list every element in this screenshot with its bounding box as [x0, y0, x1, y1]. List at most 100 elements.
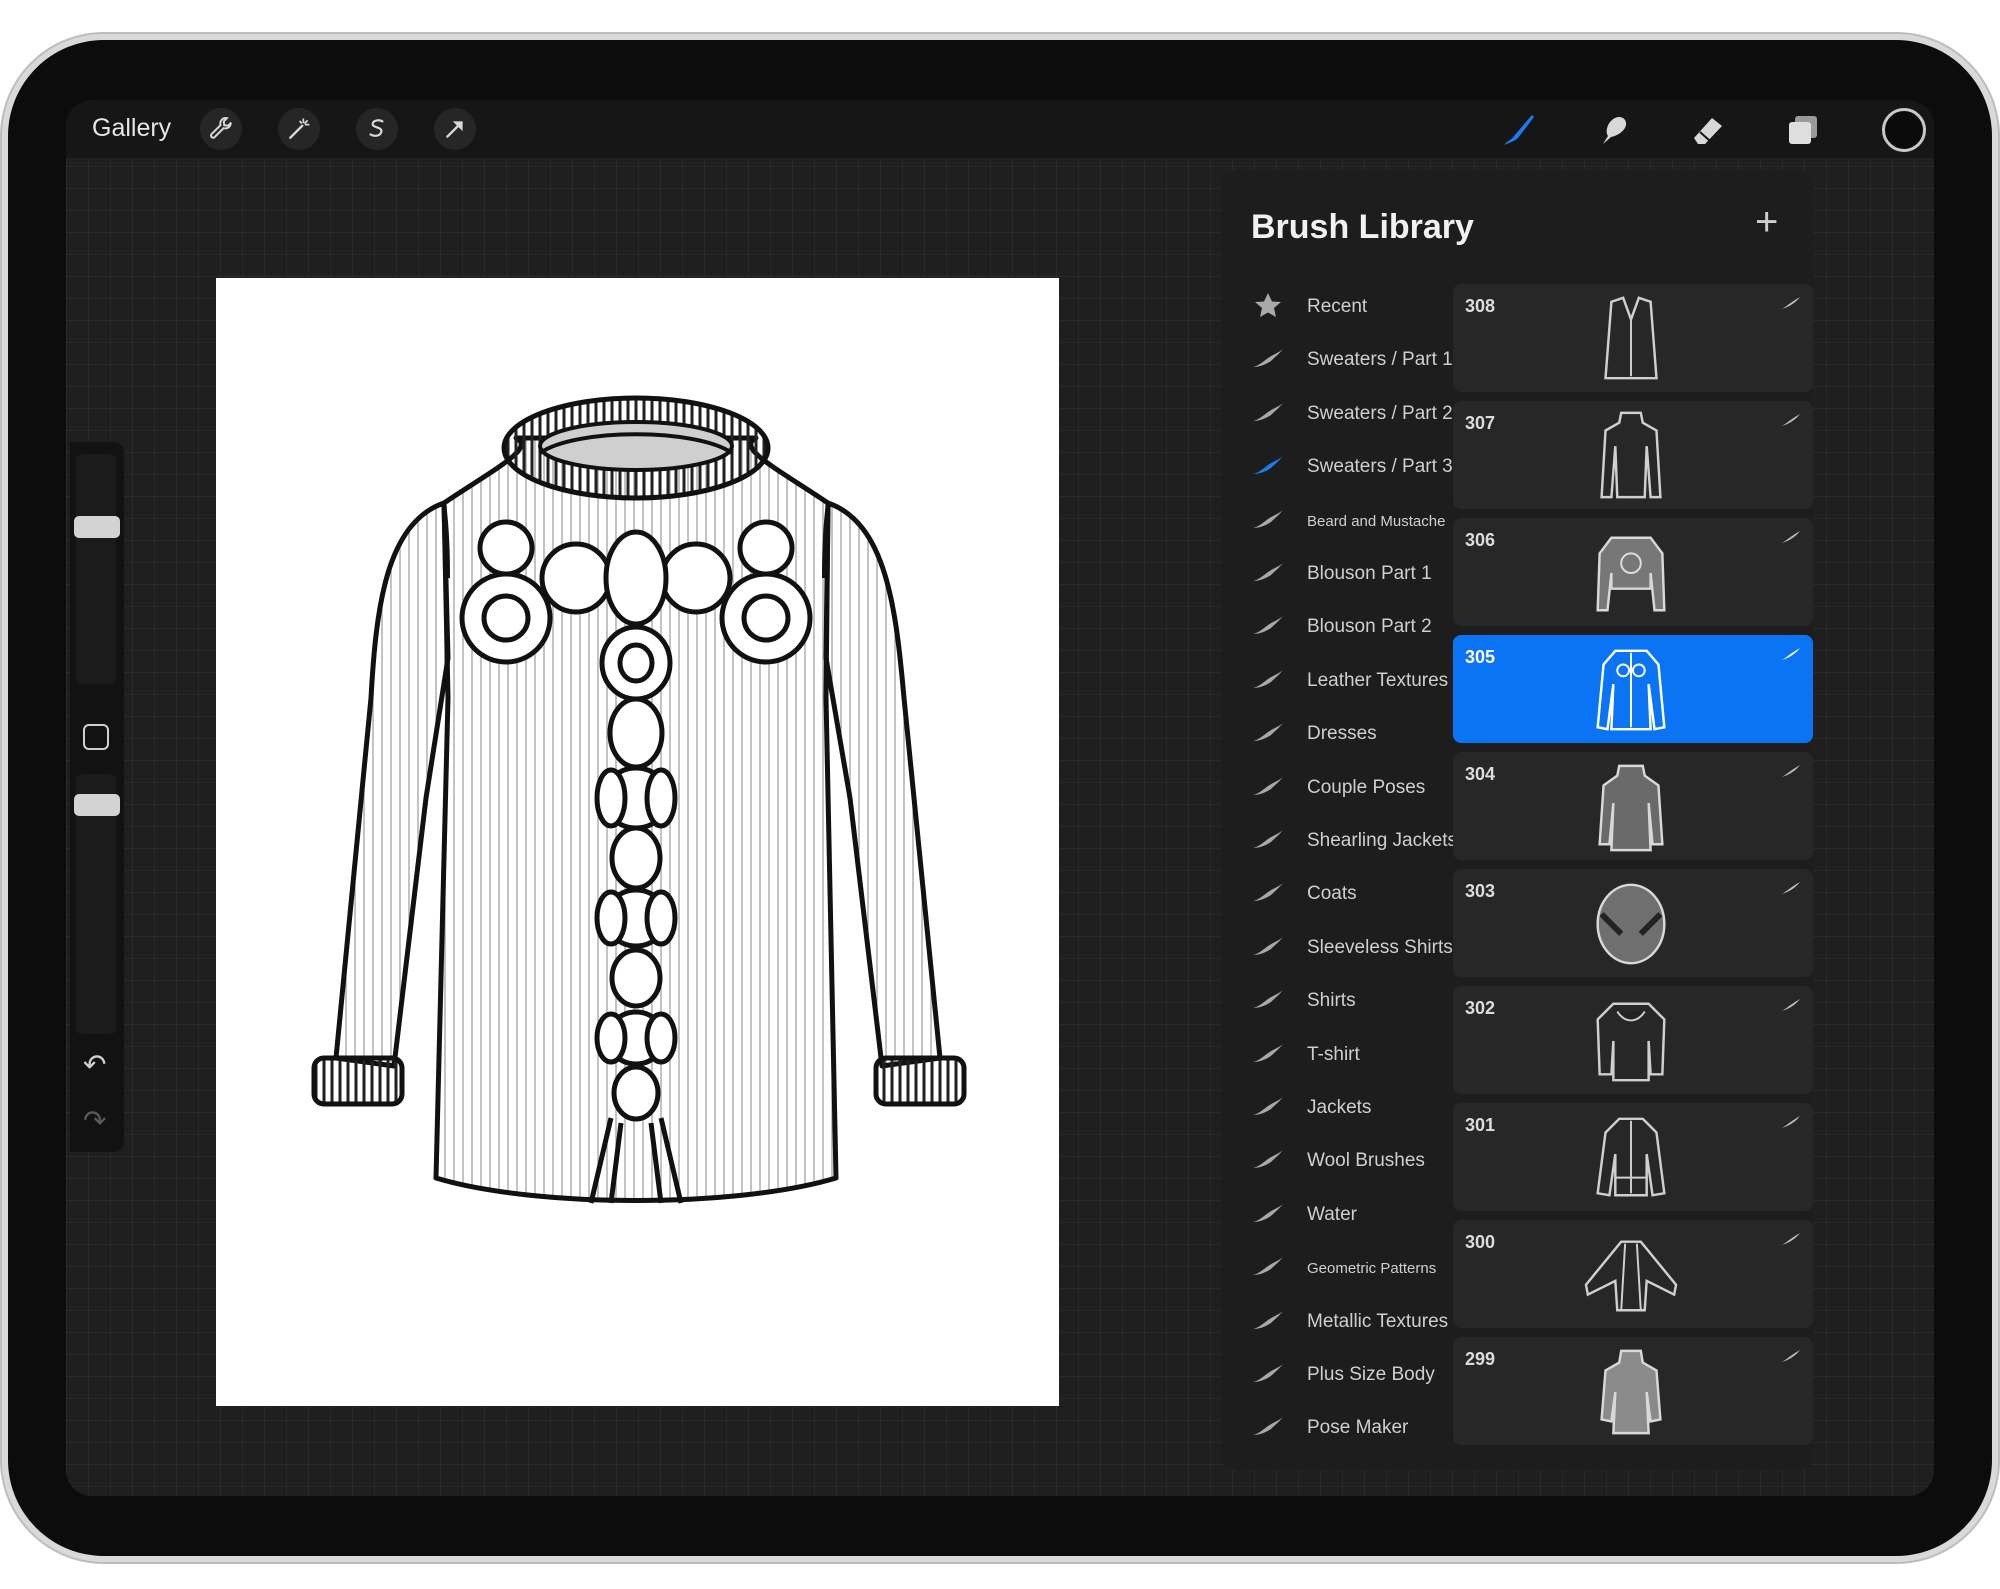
opacity-handle[interactable] [74, 794, 120, 816]
brush-set-item[interactable]: T-shirt [1221, 1030, 1453, 1083]
brush-stroke-icon [1782, 765, 1800, 777]
brush-stroke-icon [1253, 1310, 1283, 1329]
brush-set-label: Recent [1307, 296, 1368, 317]
brush-set-item[interactable]: Coats [1221, 869, 1453, 922]
brush-set-item[interactable]: Leather Textures [1221, 656, 1453, 709]
brush-item[interactable]: 302 [1453, 986, 1813, 1094]
brush-stroke-icon [1782, 648, 1800, 660]
brush-set-item[interactable]: Sweaters / Part 1 [1221, 335, 1453, 388]
brush-stroke-icon [1782, 999, 1800, 1011]
gallery-button[interactable]: Gallery [92, 114, 171, 143]
brush-item[interactable]: 300 [1453, 1220, 1813, 1328]
star-icon [1255, 293, 1281, 317]
drawing-canvas[interactable] [216, 278, 1059, 1406]
brush-library-panel: Brush Library + Recent Sweaters / Part 1 S… [1221, 170, 1813, 1470]
brush-size-handle[interactable] [74, 516, 120, 538]
brush-size-slider[interactable] [74, 454, 120, 684]
brush-set-label: Sweaters / Part 2 [1307, 402, 1453, 424]
brush-thumbnail [1596, 649, 1666, 731]
brush-item[interactable]: 303 [1453, 869, 1813, 977]
brush-stroke-icon [1782, 531, 1800, 543]
brush-thumbnail [1584, 1240, 1678, 1312]
brush-stroke-icon [1253, 563, 1283, 581]
brush-stroke-icon [1253, 1097, 1283, 1115]
brush-stroke-icon [1253, 1150, 1283, 1169]
brush-set-item[interactable]: Pose Maker [1221, 1403, 1453, 1456]
brush-set-item[interactable]: Plus Size Body [1221, 1350, 1453, 1403]
brush-thumbnail [1596, 883, 1666, 965]
selection-button[interactable] [356, 108, 398, 150]
brush-number: 302 [1465, 998, 1496, 1018]
paint-tool-button[interactable] [1496, 108, 1540, 152]
brush-item[interactable]: 306 [1453, 518, 1813, 626]
transform-button[interactable] [434, 108, 476, 150]
brush-set-label: T-shirt [1307, 1043, 1360, 1065]
brush-stroke-icon [1253, 456, 1283, 475]
eraser-icon [1694, 118, 1722, 144]
brush-set-item[interactable]: Beard and Mustache [1221, 496, 1453, 549]
brush-number: 307 [1465, 413, 1496, 433]
brush-number: 305 [1465, 647, 1496, 667]
opacity-slider[interactable] [74, 774, 120, 1034]
brush-set-item[interactable]: Shearling Jackets [1221, 816, 1457, 869]
brush-number: 306 [1465, 530, 1496, 550]
eraser-tool-button[interactable] [1686, 108, 1730, 152]
brush-set-item[interactable]: Sweaters / Part 2 [1221, 389, 1453, 442]
magic-wand-icon [289, 118, 310, 139]
brush-set-item[interactable]: Blouson Part 2 [1221, 602, 1453, 655]
brush-number: 308 [1465, 296, 1496, 316]
brush-set-item[interactable]: Couple Poses [1221, 763, 1453, 816]
brush-set-item[interactable]: Dresses [1221, 709, 1453, 762]
redo-icon[interactable]: ↷ [83, 1104, 106, 1137]
brush-item[interactable]: 301 [1453, 1103, 1813, 1211]
wrench-icon [210, 117, 232, 139]
brush-stroke-icon [1253, 883, 1283, 902]
brush-set-item[interactable]: Geometric Patterns [1221, 1243, 1453, 1296]
brush-set-item[interactable]: Shirts [1221, 976, 1453, 1029]
brush-stroke-icon [1782, 1233, 1800, 1245]
brush-set-item[interactable]: Recent [1221, 282, 1453, 335]
brush-set-item[interactable]: Sweaters / Part 3 [1221, 442, 1453, 495]
brush-stroke-icon [1253, 349, 1283, 368]
modifier-button[interactable] [83, 724, 109, 750]
brush-library-title: Brush Library [1251, 208, 1474, 246]
procreate-screen: Gallery ↶ ↷ Brush Library + Recent Sweat… [66, 100, 1934, 1496]
layers-button[interactable] [1781, 108, 1825, 152]
brush-set-item[interactable]: Sleeveless Shirts [1221, 923, 1453, 976]
undo-icon[interactable]: ↶ [83, 1048, 106, 1081]
brush-stroke-icon [1782, 414, 1800, 426]
brush-set-label: Pose Maker [1307, 1417, 1409, 1439]
adjustments-button[interactable] [278, 108, 320, 150]
brush-icon [1504, 115, 1534, 145]
smudge-icon [1603, 116, 1627, 144]
brush-set-item[interactable]: Jackets [1221, 1083, 1453, 1136]
brush-stroke-icon [1253, 616, 1283, 635]
brush-item[interactable]: 307 [1453, 401, 1813, 509]
brush-stroke-icon [1253, 1257, 1283, 1276]
brush-stroke-icon [1782, 297, 1800, 309]
color-picker-button[interactable] [1882, 108, 1926, 152]
brush-set-label: Shearling Jackets [1307, 830, 1457, 851]
brush-item[interactable]: 304 [1453, 752, 1813, 860]
brush-stroke-icon [1253, 990, 1283, 1009]
brush-set-label: Leather Textures [1307, 669, 1449, 691]
brush-set-item[interactable]: Blouson Part 1 [1221, 549, 1453, 602]
brush-set-item[interactable]: Wool Brushes [1221, 1136, 1453, 1189]
brush-number: 301 [1465, 1115, 1496, 1135]
brush-set-item[interactable]: Metallic Textures [1221, 1297, 1453, 1350]
add-brush-set-button[interactable]: + [1755, 200, 1778, 245]
brush-stroke-icon [1253, 1417, 1283, 1436]
top-toolbar: Gallery [66, 100, 1934, 158]
brush-number: 304 [1465, 764, 1496, 784]
brush-set-item[interactable]: Water [1221, 1190, 1453, 1243]
brush-stroke-icon [1253, 1043, 1283, 1062]
brush-set-label: Beard and Mustache [1307, 512, 1446, 530]
brush-item[interactable]: 308 [1453, 284, 1813, 392]
brush-thumbnail [1598, 764, 1664, 852]
brush-stroke-icon [1253, 402, 1283, 421]
brush-item[interactable]: 299 [1453, 1337, 1813, 1445]
actions-button[interactable] [200, 108, 242, 150]
smudge-tool-button[interactable] [1591, 108, 1635, 152]
brush-item[interactable]: 305 [1453, 635, 1813, 743]
brush-set-label: Jackets [1307, 1097, 1372, 1118]
